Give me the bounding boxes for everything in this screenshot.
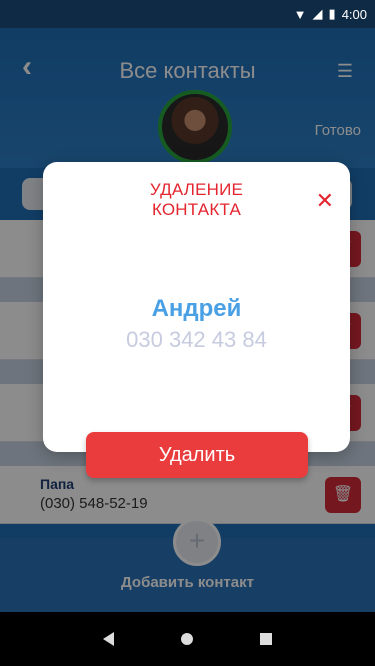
dialog-title-line2: КОНТАКТА [151,200,242,219]
signal-icon: ◢ [312,6,323,21]
close-icon[interactable]: ✕ [316,190,334,212]
nav-recents-icon[interactable] [259,633,272,645]
delete-button[interactable]: Удалить [86,432,308,478]
nav-back-icon[interactable] [103,632,115,646]
battery-icon: ▮ [328,6,336,21]
dialog-contact-phone: 030 342 43 84 [126,327,267,352]
status-bar: ▼ ◢ ▮ 4:00 [0,0,375,28]
dialog-contact-name: Андрей [151,295,242,322]
dialog-title: УДАЛЕНИЕ КОНТАКТА [43,180,350,220]
dialog-title-line1: УДАЛЕНИЕ [149,180,244,199]
nav-home-icon[interactable] [180,633,193,645]
system-nav-bar [0,612,375,666]
delete-contact-dialog: УДАЛЕНИЕ КОНТАКТА ✕ Андрей 030 342 43 84 [43,162,350,452]
status-time: 4:00 [341,6,367,22]
wifi-icon: ▼ [293,6,307,22]
